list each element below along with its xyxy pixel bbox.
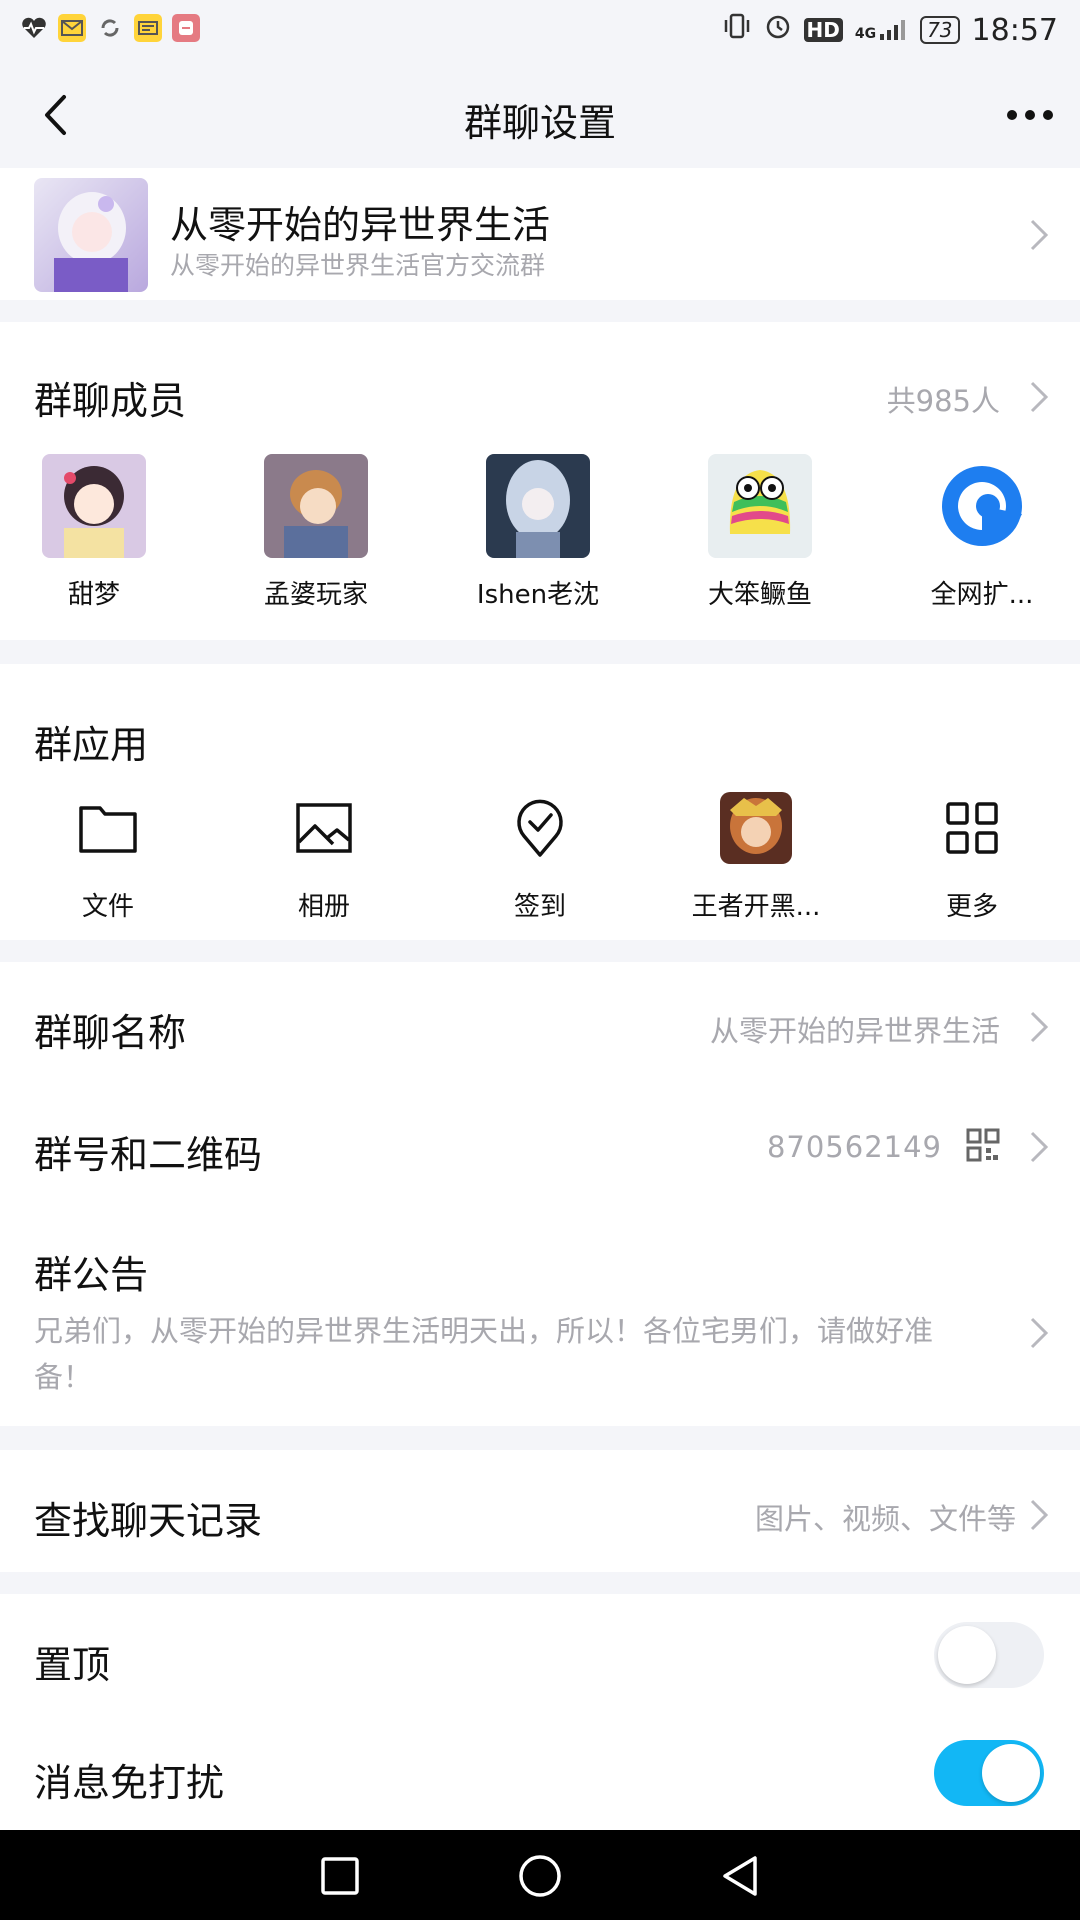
member-name: 甜梦 — [67, 580, 120, 610]
group-notice-text: 兄弟们，从零开始的异世界生活明天出，所以！各位宅男们，请做好准备！ — [34, 1314, 934, 1394]
hd-icon: HD — [803, 18, 843, 42]
group-info-section: 群聊名称 从零开始的异世界生活 群号和二维码 870562149 群公告 兄弟们… — [0, 962, 1080, 1426]
mute-row: 消息免打扰 — [0, 1712, 1080, 1830]
app-more[interactable]: 更多 — [897, 790, 1047, 923]
group-number-label: 群号和二维码 — [34, 1133, 263, 1177]
chevron-right-icon — [1030, 219, 1049, 251]
mute-label: 消息免打扰 — [34, 1761, 225, 1805]
game-avatar-icon — [720, 792, 792, 864]
chevron-right-icon — [1030, 1131, 1049, 1163]
member-avatar — [42, 454, 146, 558]
circle-icon — [519, 1855, 561, 1897]
status-system-icons: HD 4G 73 18:57 — [722, 12, 1058, 48]
chevron-right-icon[interactable] — [1028, 380, 1050, 414]
photo-album-icon — [296, 803, 352, 853]
member-item[interactable]: 大笨鳜鱼 — [680, 454, 840, 611]
heart-rate-icon — [20, 14, 48, 42]
mail-icon — [58, 14, 86, 42]
app-label: 相册 — [297, 892, 350, 922]
check-in-icon — [517, 799, 563, 857]
member-name: Ishen老沈 — [476, 580, 600, 610]
more-options-button[interactable] — [1000, 88, 1060, 142]
group-name-row[interactable]: 群聊名称 从零开始的异世界生活 — [0, 962, 1080, 1082]
qr-code-icon — [966, 1128, 1000, 1162]
battery-indicator: 73 — [920, 16, 960, 44]
clock: 18:57 — [971, 12, 1058, 48]
more-dots-icon — [1007, 110, 1053, 120]
member-avatar — [264, 454, 368, 558]
page-title: 群聊设置 — [463, 101, 616, 145]
group-number-value: 870562149 — [766, 1130, 942, 1164]
vibrate-icon — [722, 12, 752, 48]
toggle-knob — [982, 1744, 1040, 1802]
member-item[interactable]: 甜梦 — [14, 454, 174, 611]
member-name: 全网扩... — [930, 580, 1034, 610]
group-number-row[interactable]: 群号和二维码 870562149 — [0, 1082, 1080, 1202]
system-navigation-bar — [0, 1830, 1080, 1920]
group-name: 从零开始的异世界生活 — [170, 203, 551, 247]
pin-row: 置顶 — [0, 1594, 1080, 1712]
member-item[interactable]: Ishen老沈 — [458, 454, 618, 611]
members-section: 群聊成员 共985人 甜梦 孟婆玩家 Ishen老沈 大笨鳜鱼 全网扩... — [0, 322, 1080, 640]
member-item[interactable]: 孟婆玩家 — [236, 454, 396, 611]
group-profile-card[interactable]: 从零开始的异世界生活 从零开始的异世界生活官方交流群 — [0, 168, 1080, 300]
signal-icon: 4G — [855, 18, 908, 42]
search-history-row[interactable]: 查找聊天记录 图片、视频、文件等 — [0, 1450, 1080, 1572]
app-icon — [172, 14, 200, 42]
chevron-right-icon — [1030, 1317, 1049, 1349]
member-name: 孟婆玩家 — [263, 580, 368, 610]
member-avatar — [708, 454, 812, 558]
group-apps-section: 群应用 文件 相册 签到 王者开黑... 更多 — [0, 664, 1080, 940]
app-label: 签到 — [513, 892, 566, 922]
group-notice-label: 群公告 — [34, 1253, 149, 1297]
member-avatar — [486, 454, 590, 558]
chevron-right-icon — [1030, 1499, 1049, 1531]
member-item[interactable]: 全网扩... — [902, 454, 1062, 611]
toggle-knob — [938, 1626, 996, 1684]
group-avatar — [34, 178, 148, 292]
app-label: 文件 — [81, 892, 134, 922]
group-apps-title: 群应用 — [34, 723, 149, 767]
search-history-label: 查找聊天记录 — [34, 1499, 263, 1543]
group-notice-row[interactable]: 群公告 兄弟们，从零开始的异世界生活明天出，所以！各位宅男们，请做好准备！ — [0, 1202, 1080, 1426]
pin-label: 置顶 — [34, 1643, 111, 1687]
news-icon — [134, 14, 162, 42]
alarm-icon — [764, 12, 792, 48]
app-files[interactable]: 文件 — [33, 790, 183, 923]
square-icon — [321, 1857, 359, 1895]
home-button[interactable] — [508, 1844, 572, 1908]
grid-more-icon — [946, 802, 998, 854]
group-description: 从零开始的异世界生活官方交流群 — [170, 251, 546, 280]
member-name: 大笨鳜鱼 — [707, 580, 812, 610]
nav-bar: 群聊设置 — [0, 62, 1080, 168]
chevron-right-icon — [1030, 1011, 1049, 1043]
system-back-button[interactable] — [708, 1844, 772, 1908]
members-title: 群聊成员 — [34, 379, 187, 423]
mute-toggle[interactable] — [934, 1740, 1044, 1806]
recents-button[interactable] — [308, 1844, 372, 1908]
app-label: 王者开黑... — [691, 892, 821, 922]
folder-icon — [79, 806, 137, 853]
search-history-hint: 图片、视频、文件等 — [754, 1502, 1016, 1536]
sync-icon — [96, 14, 124, 42]
member-avatar — [930, 454, 1034, 558]
status-notification-icons — [20, 14, 200, 42]
group-name-value: 从零开始的异世界生活 — [709, 1014, 1000, 1048]
triangle-back-icon — [723, 1856, 757, 1896]
toggle-section: 置顶 消息免打扰 — [0, 1594, 1080, 1830]
group-name-label: 群聊名称 — [34, 1011, 187, 1055]
app-label: 更多 — [945, 892, 998, 922]
pin-toggle[interactable] — [934, 1622, 1044, 1688]
app-check-in[interactable]: 签到 — [465, 790, 615, 923]
status-bar: HD 4G 73 18:57 — [0, 0, 1080, 62]
app-album[interactable]: 相册 — [249, 790, 399, 923]
member-count[interactable]: 共985人 — [887, 378, 1000, 420]
app-game[interactable]: 王者开黑... — [681, 790, 831, 923]
